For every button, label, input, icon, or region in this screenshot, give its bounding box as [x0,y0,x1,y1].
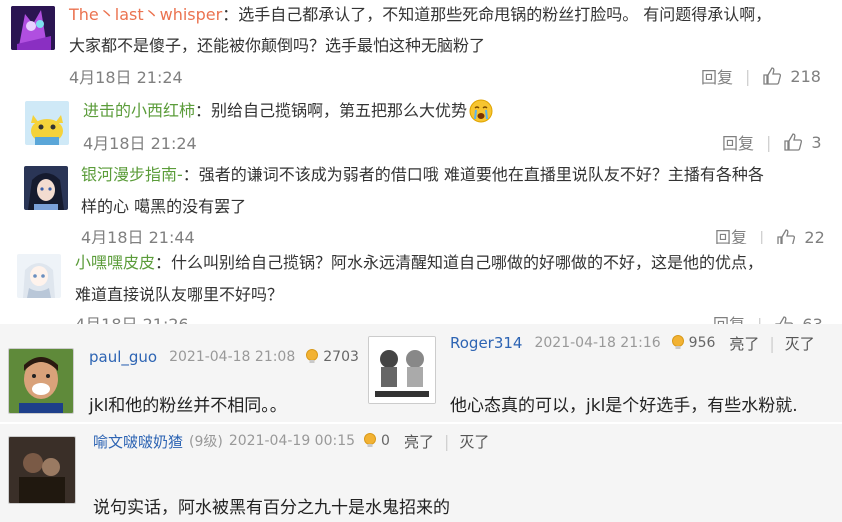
avatar-image-icon [9,437,75,503]
post-datetime: 2021-04-18 21:16 [534,335,661,351]
like-count: 22 [804,228,825,244]
thumbs-up-icon[interactable] [774,315,794,324]
reply-button[interactable]: 回复 [713,313,745,324]
comment-time: 4月18日 21:44 [81,228,195,244]
avatar-image-icon [369,337,435,403]
comment-text-continued: 大家都不是傻子，还能被你颠倒吗？选手最怕这种无脑粉了 [69,36,486,55]
avatar-image-icon [11,6,55,50]
post-content: 他心态真的可以，jkl是个好选手，有些水粉就. [450,396,798,416]
comment-text: ：强者的谦词不该成为弱者的借口哦 难道要他在直播里说队友不好？主播有各种各 [182,165,764,184]
divider [0,422,842,424]
avatar-image-icon [25,101,69,145]
divider: | [766,132,772,152]
dislike-button[interactable]: 灭了 [785,333,815,354]
like-count: 63 [802,313,822,324]
tieba-reply-area: paul_guo 2021-04-18 21:08 2703 jkl和他的粉丝并… [0,324,842,522]
avatar[interactable] [368,336,436,404]
like-button[interactable]: 亮了 [404,431,434,452]
bulb-count: 956 [688,335,716,351]
divider: | [745,66,751,86]
avatar[interactable] [11,6,55,50]
divider: | [443,431,450,451]
reply-button[interactable]: 回复 [722,130,754,154]
post-datetime: 2021-04-19 00:15 [228,433,356,449]
post-username[interactable]: paul_guo [89,348,157,366]
comment-time: 4月18日 21:26 [75,313,189,324]
lightbulb-icon[interactable] [363,433,377,449]
divider: | [759,228,765,244]
divider: | [769,333,775,353]
avatar-image-icon [9,349,73,413]
comment-text-continued: 样的心 噶黑的没有罢了 [81,197,247,216]
comment-time: 4月18日 21:24 [83,134,197,153]
like-button[interactable]: 亮了 [729,333,759,354]
reply-button[interactable]: 回复 [715,226,747,244]
bulb-count: 2703 [323,349,359,365]
post-content: jkl和他的粉丝并不相同。。 [89,396,287,416]
comment-username[interactable]: 银河漫步指南- [81,165,183,184]
avatar[interactable] [25,101,69,145]
reply-button[interactable]: 回复 [701,64,733,88]
divider: | [757,313,762,324]
post-content: 说句实话，阿水被黑有百分之九十是水鬼招来的 [93,498,450,518]
comment-text: ：选手自己都承认了，不知道那些死命甩锅的粉丝打脸吗。 有问题得承认啊， [222,5,772,24]
comment-text: ：别给自己揽锅啊，第五把那么大优势 [195,101,468,120]
post-datetime: 2021-04-18 21:08 [169,349,296,365]
avatar[interactable] [8,436,76,504]
avatar[interactable] [8,348,74,414]
comment-text-continued: 难道直接说队友哪里不好吗？ [75,285,284,304]
like-count: 3 [811,132,822,152]
comment-time: 4月18日 21:24 [69,68,183,87]
avatar[interactable] [24,166,68,210]
crying-face-emoji-icon [469,99,493,123]
like-count: 218 [790,66,821,86]
thumbs-up-icon[interactable] [783,132,803,152]
post-username[interactable]: Roger314 [450,334,522,352]
comment-username[interactable]: 小嘿嘿皮皮 [75,253,155,272]
comment-username[interactable]: 进击的小西红柿 [83,96,195,126]
thumbs-up-icon[interactable] [776,228,796,244]
post-username[interactable]: 喻文啵啵奶猹 [93,431,183,452]
avatar[interactable] [17,254,61,298]
avatar-image-icon [24,166,68,210]
user-level: (9级) [189,434,223,450]
bulb-count: 0 [381,433,390,449]
dislike-button[interactable]: 灭了 [459,431,489,452]
comment-username[interactable]: The丶last丶whisper [69,5,222,24]
lightbulb-icon[interactable] [671,335,685,351]
avatar-image-icon [17,254,61,298]
thumbs-up-icon[interactable] [762,66,782,86]
comment-text: ：什么叫别给自己揽锅？阿水永远清醒知道自己哪做的好哪做的不好，这是他的优点， [155,253,764,272]
lightbulb-icon[interactable] [305,349,319,365]
